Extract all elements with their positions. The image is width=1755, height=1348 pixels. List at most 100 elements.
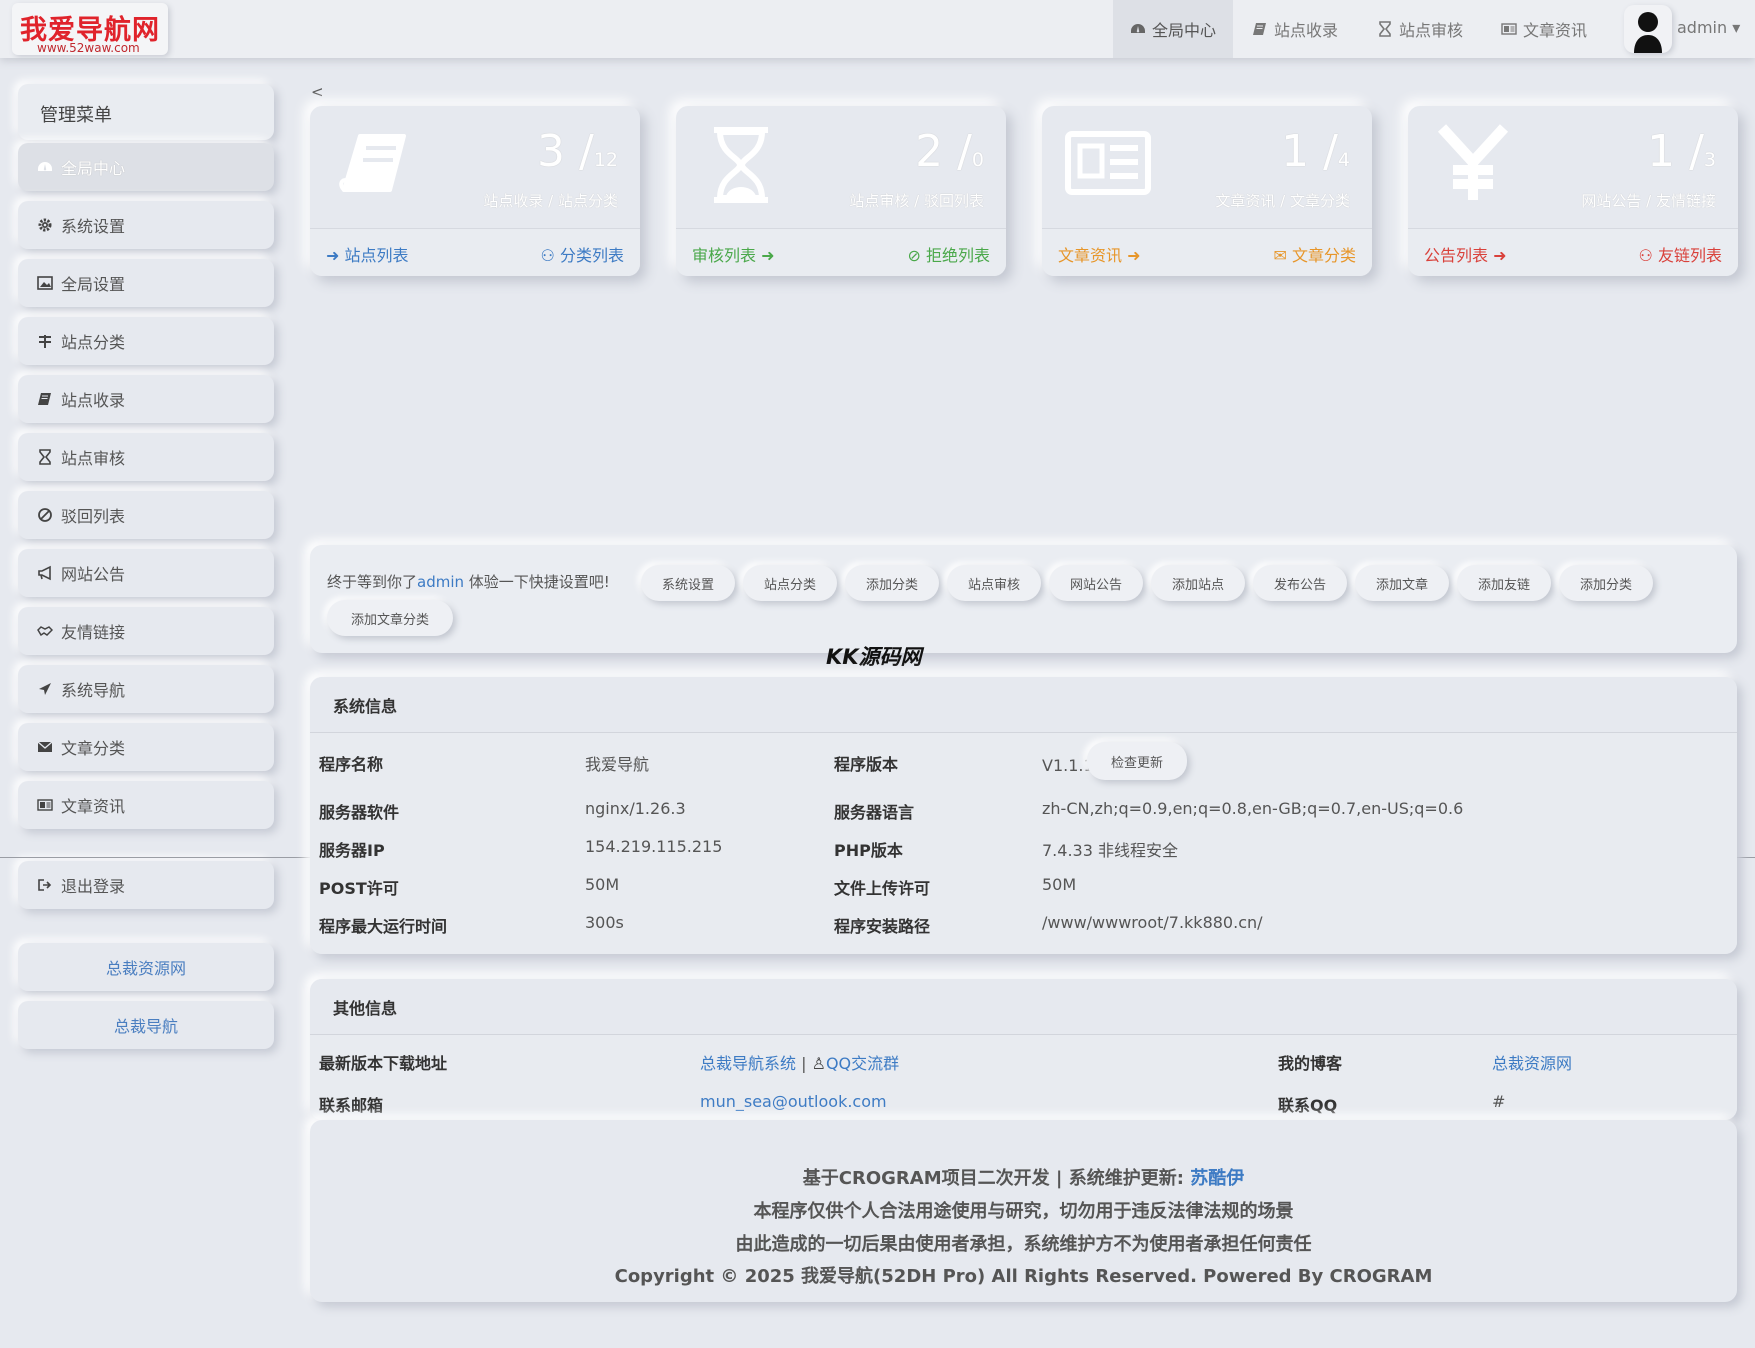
quick-button-announcements[interactable]: 网站公告 [1049,565,1143,601]
arrow-circle-right-icon: ➜ [1493,246,1507,265]
stat-secondary-count: 12 [593,149,618,171]
category-list-link[interactable]: ⚇ 分类列表 [541,242,624,266]
site-logo[interactable]: 我爱导航网 www.52waw.com [12,3,168,55]
sidebar-item-system-navigation[interactable]: 系统导航 [18,665,274,713]
quick-button-system-settings[interactable]: 系统设置 [641,565,735,601]
sidebar-collapse-toggle[interactable]: < [311,83,324,101]
newspaper-icon [1065,131,1151,195]
location-arrow-icon [39,683,51,695]
footer-link-label: 公告列表 [1424,246,1489,265]
sidebar-link-navigation[interactable]: 总裁导航 [18,1001,274,1049]
quick-button-publish-announcement[interactable]: 发布公告 [1253,565,1347,601]
quick-button-add-article-category[interactable]: 添加文章分类 [327,600,453,636]
user-avatar[interactable] [1624,5,1672,53]
stat-card-announcements: 1 /3 网站公告 / 友情链接 公告列表 ➜ ⚇ 友链列表 [1408,106,1738,276]
sidebar-item-announcements[interactable]: 网站公告 [18,549,274,597]
stat-secondary-count: 3 [1703,149,1716,171]
sidebar-item-rejected-list[interactable]: 驳回列表 [18,491,274,539]
envelope-icon [37,741,53,752]
sitemap-icon [39,335,51,348]
arrow-circle-right-icon: ➜ [761,246,775,265]
panel-title: 系统信息 [310,677,1737,733]
article-category-link[interactable]: ✉ 文章分类 [1273,242,1356,266]
sidebar-item-article-categories[interactable]: 文章分类 [18,723,274,771]
user-menu[interactable]: admin ▾ [1677,18,1740,37]
info-label: 服务器语言 [834,803,915,822]
topnav-sites[interactable]: 站点收录 [1235,0,1355,58]
sidebar-item-site-submissions[interactable]: 站点收录 [18,375,274,423]
topnav-label: 全局中心 [1152,21,1217,40]
logout-button[interactable]: 退出登录 [18,861,274,909]
sidebar-item-label: 系统设置 [61,217,126,236]
sidebar-link-label: 总裁资源网 [105,959,186,978]
quick-button-add-site[interactable]: 添加站点 [1151,565,1245,601]
quick-button-add-article[interactable]: 添加文章 [1355,565,1449,601]
info-label: 程序安装路径 [834,917,931,936]
rejected-list-link[interactable]: ⊘ 拒绝列表 [907,242,990,266]
info-label: 最新版本下载地址 [319,1054,448,1073]
hourglass-icon [39,449,51,465]
footer-link-label: 文章资讯 [1058,246,1123,265]
quick-button-site-categories[interactable]: 站点分类 [743,565,837,601]
download-link[interactable]: 总裁导航系统 [700,1054,796,1073]
site-list-link[interactable]: ➜ 站点列表 [326,242,409,266]
info-value: 154.219.115.215 [585,837,723,856]
qq-penguin-icon: ♙ [811,1054,826,1073]
arrow-circle-right-icon: ➜ [326,246,340,265]
stat-secondary-count: 4 [1337,149,1350,171]
check-update-button[interactable]: 检查更新 [1087,742,1187,780]
dashboard-icon [1131,24,1145,33]
sidebar-item-site-review[interactable]: 站点审核 [18,433,274,481]
gear-icon [38,218,52,232]
footer-link-label: 审核列表 [692,246,757,265]
bullhorn-icon [38,565,51,581]
other-info-panel: 其他信息 最新版本下载地址 总裁导航系统 | ♙QQ交流群 我的博客 总裁资源网… [310,979,1737,1120]
info-label: 我的博客 [1278,1054,1343,1073]
newspaper-icon [1501,23,1517,35]
handshake-icon: ⚇ [540,246,555,265]
footer-credit-text: 基于CROGRAM项目二次开发 | 系统维护更新: [802,1168,1184,1189]
article-list-link[interactable]: 文章资讯 ➜ [1058,242,1141,266]
info-label: 程序最大运行时间 [319,917,448,936]
stat-primary-count: 1 [1647,126,1676,177]
stat-numbers: 1 /4 [1281,126,1350,177]
info-label: 服务器IP [319,841,385,860]
review-list-link[interactable]: 审核列表 ➜ [692,242,775,266]
sidebar-item-global-settings[interactable]: 全局设置 [18,259,274,307]
book-icon [339,134,406,192]
sidebar-item-label: 全局中心 [61,159,126,178]
info-label: 联系邮箱 [319,1096,384,1115]
quick-button-add-category[interactable]: 添加分类 [845,565,939,601]
stat-numbers: 2 /0 [915,126,984,177]
caret-down-icon: ▾ [1732,18,1741,37]
info-value: 我爱导航 [585,755,650,774]
qq-group-link[interactable]: ♙QQ交流群 [812,1054,900,1073]
panel-title: 其他信息 [310,979,1737,1035]
topnav-articles[interactable]: 文章资讯 [1484,0,1604,58]
footer-link-label: 分类列表 [559,246,624,265]
announcement-list-link[interactable]: 公告列表 ➜ [1424,242,1507,266]
quick-button-add-friend-link[interactable]: 添加友链 [1457,565,1551,601]
friend-link-list-link[interactable]: ⚇ 友链列表 [1639,242,1722,266]
stat-card-articles: 1 /4 文章资讯 / 文章分类 文章资讯 ➜ ✉ 文章分类 [1042,106,1372,276]
sidebar-link-resource-site[interactable]: 总裁资源网 [18,943,274,991]
maintainer-link[interactable]: 苏酷伊 [1190,1168,1244,1189]
separator: | [801,1054,807,1073]
handshake-icon: ⚇ [1638,246,1653,265]
topnav-dashboard[interactable]: 全局中心 [1113,0,1234,58]
stat-caption: 网站公告 / 友情链接 [1581,192,1716,210]
sidebar-item-dashboard[interactable]: 全局中心 [18,143,274,191]
stat-secondary-count: 0 [971,149,984,171]
blog-link[interactable]: 总裁资源网 [1492,1050,1572,1074]
info-label: 程序版本 [834,755,899,774]
sidebar-item-friend-links[interactable]: 友情链接 [18,607,274,655]
quick-button-site-review[interactable]: 站点审核 [947,565,1041,601]
sidebar-item-site-categories[interactable]: 站点分类 [18,317,274,365]
sidebar-item-articles[interactable]: 文章资讯 [18,781,274,829]
envelope-icon: ✉ [1273,246,1287,265]
info-label: POST许可 [319,879,399,898]
quick-button-add-category-2[interactable]: 添加分类 [1559,565,1653,601]
sidebar-item-system-settings[interactable]: 系统设置 [18,201,274,249]
topnav-review[interactable]: 站点审核 [1360,0,1480,58]
email-link[interactable]: mun_sea@outlook.com [700,1092,887,1111]
